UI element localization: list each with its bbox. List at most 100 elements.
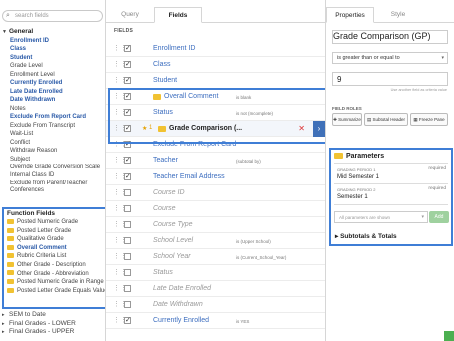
tab-fields[interactable]: Fields <box>154 7 202 23</box>
field-checkbox[interactable] <box>124 301 131 308</box>
param-1-value[interactable]: Mid Semester 1 <box>337 174 379 180</box>
function-field-item[interactable]: Overall Comment <box>4 244 105 253</box>
field-label: Teacher Email Address <box>153 173 225 180</box>
tree-item[interactable]: Notes <box>0 105 105 114</box>
field-checkbox[interactable] <box>124 76 131 84</box>
tree-group[interactable]: ▸ SEM to Date <box>0 311 105 320</box>
tree-item[interactable]: Class <box>0 45 105 54</box>
tree-item[interactable]: Withdraw Reason <box>0 147 105 156</box>
field-checkbox[interactable] <box>124 189 131 196</box>
tree-item[interactable]: Exclude From Report Card <box>0 113 105 122</box>
search-box[interactable]: ⌕ search fields <box>2 10 103 22</box>
field-checkbox[interactable] <box>124 44 131 52</box>
field-row[interactable]: ⋮⋮Class <box>106 57 325 73</box>
field-checkbox[interactable] <box>124 205 131 212</box>
field-label: School Year <box>153 253 191 260</box>
function-field-item[interactable]: Qualitative Grade <box>4 235 105 244</box>
tree-item[interactable]: Exclude from Parent/Teacher Conferences <box>0 180 105 194</box>
tree-item[interactable]: Late Date Enrolled <box>0 88 105 97</box>
field-checkbox[interactable] <box>124 316 131 324</box>
tab-style[interactable]: Style <box>374 7 422 23</box>
freeze-pane-button[interactable]: ▦ Freeze Pane <box>410 113 448 126</box>
tree-item[interactable]: Wait-List <box>0 130 105 139</box>
tree-item[interactable]: Conflict <box>0 139 105 148</box>
field-row[interactable]: ⋮⋮Currently Enrolledis YES <box>106 313 325 329</box>
summarize-label: Summarize <box>338 117 361 122</box>
function-icon <box>7 236 14 242</box>
field-row[interactable]: ⋮⋮Enrollment ID <box>106 41 325 57</box>
tree-item[interactable]: Subject <box>0 156 105 165</box>
tab-properties[interactable]: Properties <box>326 7 374 23</box>
tree-item[interactable]: Grade Level <box>0 62 105 71</box>
field-row[interactable]: ⋮⋮ School Level is (Upper School) <box>106 233 325 249</box>
operator-value: is greater than or equal to <box>337 55 400 61</box>
function-field-item[interactable]: Posted Numeric Grade <box>4 218 105 227</box>
function-field-item[interactable]: Posted Numeric Grade in Range <box>4 278 105 287</box>
tree-group[interactable]: ▸ Final Grades - LOWER <box>0 320 105 329</box>
param-1-required: required <box>428 166 446 171</box>
parameters-box: Parameters GRADING PERIOD 1 required Mid… <box>329 148 453 246</box>
function-icon <box>7 270 14 276</box>
field-row[interactable]: ⋮⋮ Late Date Enrolled <box>106 281 325 297</box>
function-field-item[interactable]: Other Grade - Abbreviation <box>4 270 105 279</box>
tree-item[interactable]: Enrollment Level <box>0 71 105 80</box>
field-row[interactable]: ⋮⋮Student <box>106 73 325 89</box>
tab-query[interactable]: Query <box>106 7 154 23</box>
add-button[interactable]: Add <box>429 211 449 223</box>
function-field-label: Posted Numeric Grade <box>17 219 79 225</box>
group-general[interactable]: ▼ General <box>0 28 105 37</box>
function-icon <box>7 218 14 224</box>
field-checkbox[interactable] <box>124 237 131 244</box>
function-field-label: Overall Comment <box>17 244 67 251</box>
tree-item[interactable]: Override Grade Conversion Scale <box>0 164 105 171</box>
field-checkbox[interactable] <box>124 285 131 292</box>
field-checkbox[interactable] <box>124 221 131 228</box>
search-input[interactable]: search fields <box>15 13 49 19</box>
field-row[interactable]: ⋮⋮ Course Type <box>106 217 325 233</box>
field-checkbox[interactable] <box>124 172 131 180</box>
function-field-item[interactable]: Posted Letter Grade <box>4 227 105 236</box>
criteria-value-input[interactable]: 9 <box>332 72 448 86</box>
field-row[interactable]: ⋮⋮Teacher(subtotal by) <box>106 153 325 169</box>
field-checkbox[interactable] <box>124 253 131 260</box>
summarize-button[interactable]: ✚ Summarize <box>332 113 362 126</box>
field-label: Teacher <box>153 157 178 164</box>
field-row[interactable]: ⋮⋮ Date Withdrawn <box>106 297 325 313</box>
field-checkbox[interactable] <box>124 60 131 68</box>
fields-panel: Query Fields FIELDS ⋮⋮Enrollment ID⋮⋮Cla… <box>106 0 330 341</box>
function-icon <box>7 261 14 267</box>
tree-item[interactable]: Internal Class ID <box>0 171 105 180</box>
subtotal-header-label: Subtotal Header <box>372 117 406 122</box>
chevron-down-icon: ▾ <box>421 214 424 220</box>
subtotals-toggle[interactable]: ▸ Subtotals & Totals <box>335 232 397 240</box>
operator-select[interactable]: is greater than or equal to ▾ <box>332 52 448 64</box>
function-field-item[interactable]: Rubric Criteria List <box>4 252 105 261</box>
field-label: Course ID <box>153 189 185 196</box>
field-row[interactable]: ⋮⋮ Course ID <box>106 185 325 201</box>
tree-item[interactable]: Date Withdrawn <box>0 96 105 105</box>
right-tabs: Properties Style <box>326 7 454 23</box>
field-row[interactable]: ⋮⋮ Course <box>106 201 325 217</box>
field-roles-header: FIELD ROLES <box>332 106 362 111</box>
tree-group-label: SEM to Date <box>9 311 46 318</box>
field-row[interactable]: ⋮⋮ School Year is (Current_School_Year) <box>106 249 325 265</box>
field-checkbox[interactable] <box>124 269 131 276</box>
function-field-item[interactable]: Posted Letter Grade Equals Value <box>4 287 105 296</box>
tree-group[interactable]: ▸ Final Grades - UPPER <box>0 328 105 337</box>
tree-item[interactable]: Enrollment ID <box>0 37 105 46</box>
field-label: School Level <box>153 237 194 244</box>
field-checkbox[interactable] <box>124 156 131 164</box>
criteria-hint[interactable]: Use another field as criteria value <box>391 88 447 92</box>
triangle-right-icon: ▸ <box>2 320 5 327</box>
tree-item[interactable]: Currently Enrolled <box>0 79 105 88</box>
function-field-item[interactable]: Other Grade - Description <box>4 261 105 270</box>
field-row[interactable]: ⋮⋮Teacher Email Address <box>106 169 325 185</box>
param-2-required: required <box>428 186 446 191</box>
param-2-value[interactable]: Semester 1 <box>337 194 368 200</box>
parameters-select[interactable]: All parameters are shown ▾ <box>334 211 428 223</box>
field-criteria: is (Current_School_Year) <box>236 255 287 260</box>
tree-item[interactable]: Exclude From Transcript <box>0 122 105 131</box>
field-row[interactable]: ⋮⋮ Status <box>106 265 325 281</box>
tree-item[interactable]: Student <box>0 54 105 63</box>
subtotal-header-button[interactable]: ▤ Subtotal Header <box>364 113 408 126</box>
